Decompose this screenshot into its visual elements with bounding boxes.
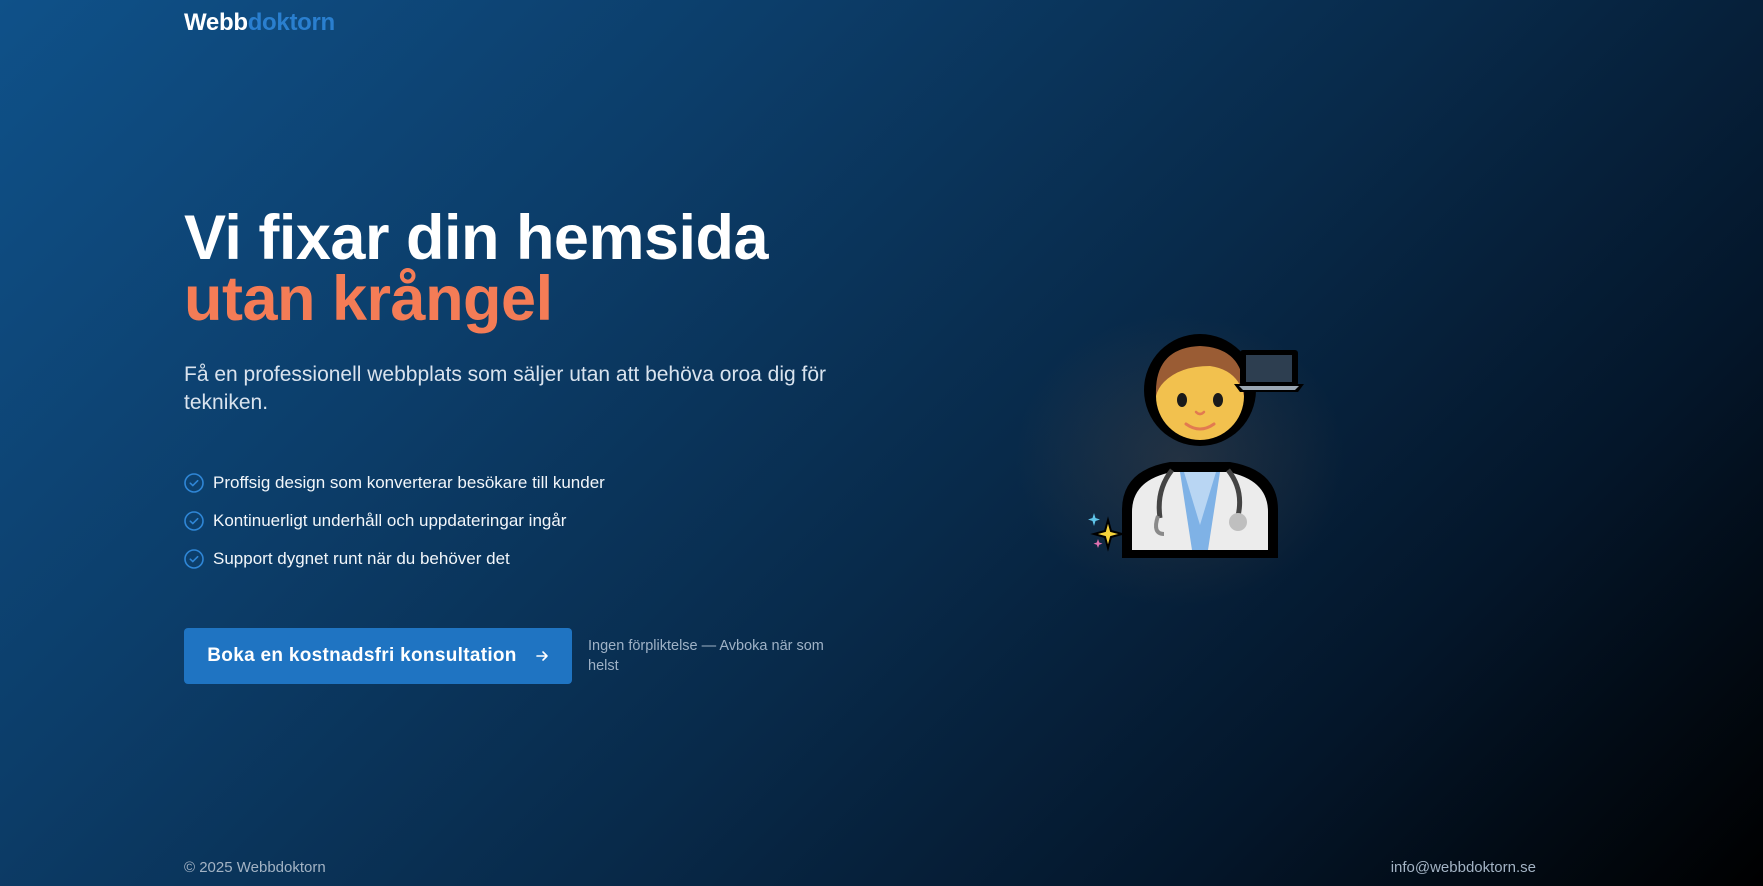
feature-text: Proffsig design som konverterar besökare… [213, 473, 605, 492]
feature-text: Kontinuerligt underhåll och uppdateringa… [213, 511, 567, 530]
feature-item: Proffsig design som konverterar besökare… [184, 464, 884, 502]
feature-list: Proffsig design som konverterar besökare… [184, 464, 884, 578]
doctor-with-laptop-icon [1088, 334, 1304, 558]
footer-email-link[interactable]: info@webbdoktorn.se [1391, 859, 1536, 876]
hero-headline: Vi fixar din hemsida utan krångel [184, 203, 884, 334]
logo-text-accent: doktorn [247, 9, 336, 36]
check-circle-icon [184, 473, 204, 493]
feature-item: Kontinuerligt underhåll och uppdateringa… [184, 502, 884, 540]
check-circle-icon [184, 549, 204, 569]
logo[interactable]: Webbdoktorn [184, 9, 335, 37]
check-circle-icon [184, 511, 204, 531]
cta-note: Ingen förpliktelse — Avboka när som hels… [588, 638, 824, 674]
hero-section: Vi fixar din hemsida utan krångel Få en … [184, 203, 884, 684]
logo-text-primary: Webb [184, 9, 248, 36]
hero-lead-text: Få en professionell webbplats som säljer… [184, 363, 827, 414]
laptop-icon [1234, 350, 1304, 392]
headline-line-1: Vi fixar din hemsida [184, 203, 769, 273]
arrow-right-icon [535, 651, 548, 661]
footer-copyright: © 2025 Webbdoktorn [184, 859, 326, 876]
feature-item: Support dygnet runt när du behöver det [184, 540, 884, 578]
cta-row: Boka en kostnadsfri konsultation Ingen f… [184, 628, 884, 684]
feature-text: Support dygnet runt när du behöver det [213, 549, 510, 568]
sparkles-icon [1088, 513, 1126, 552]
cta-button-label: Boka en kostnadsfri konsultation [207, 645, 517, 666]
book-consultation-button[interactable]: Boka en kostnadsfri konsultation [184, 628, 572, 684]
headline-line-2: utan krångel [184, 264, 553, 334]
